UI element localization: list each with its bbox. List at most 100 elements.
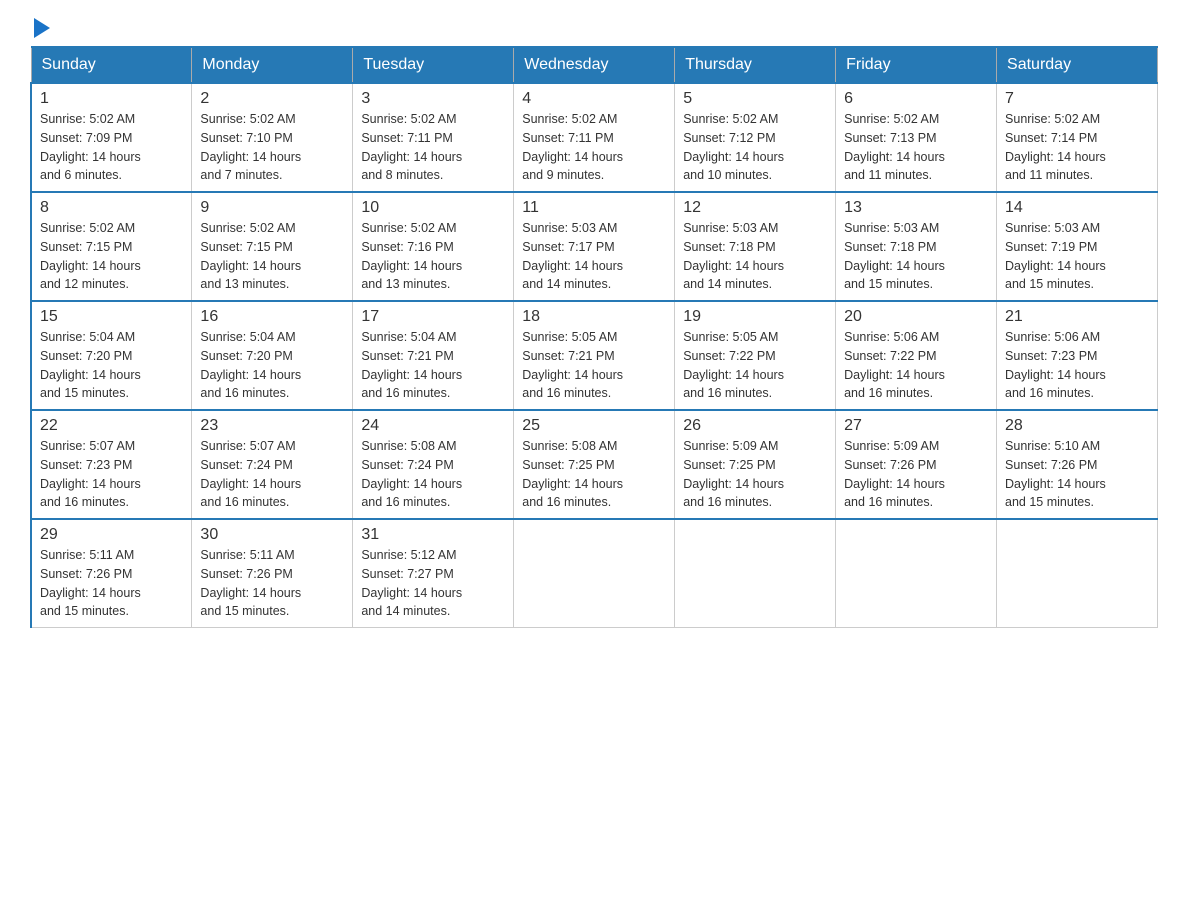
calendar-cell: 29 Sunrise: 5:11 AMSunset: 7:26 PMDaylig… bbox=[31, 519, 192, 628]
day-info: Sunrise: 5:02 AMSunset: 7:15 PMDaylight:… bbox=[200, 221, 301, 291]
day-number: 10 bbox=[361, 199, 505, 217]
day-info: Sunrise: 5:03 AMSunset: 7:18 PMDaylight:… bbox=[683, 221, 784, 291]
day-number: 15 bbox=[40, 308, 183, 326]
day-info: Sunrise: 5:05 AMSunset: 7:22 PMDaylight:… bbox=[683, 330, 784, 400]
day-number: 21 bbox=[1005, 308, 1149, 326]
col-header-saturday: Saturday bbox=[997, 47, 1158, 83]
page-header bbox=[30, 20, 1158, 36]
day-number: 11 bbox=[522, 199, 666, 217]
calendar-cell: 4 Sunrise: 5:02 AMSunset: 7:11 PMDayligh… bbox=[514, 83, 675, 192]
calendar-cell bbox=[514, 519, 675, 628]
day-number: 3 bbox=[361, 90, 505, 108]
calendar-week-row: 15 Sunrise: 5:04 AMSunset: 7:20 PMDaylig… bbox=[31, 301, 1158, 410]
day-info: Sunrise: 5:02 AMSunset: 7:11 PMDaylight:… bbox=[361, 112, 462, 182]
day-number: 9 bbox=[200, 199, 344, 217]
day-number: 17 bbox=[361, 308, 505, 326]
calendar-cell: 24 Sunrise: 5:08 AMSunset: 7:24 PMDaylig… bbox=[353, 410, 514, 519]
calendar-cell: 18 Sunrise: 5:05 AMSunset: 7:21 PMDaylig… bbox=[514, 301, 675, 410]
calendar-cell: 27 Sunrise: 5:09 AMSunset: 7:26 PMDaylig… bbox=[836, 410, 997, 519]
calendar-cell: 15 Sunrise: 5:04 AMSunset: 7:20 PMDaylig… bbox=[31, 301, 192, 410]
calendar-cell: 13 Sunrise: 5:03 AMSunset: 7:18 PMDaylig… bbox=[836, 192, 997, 301]
logo bbox=[30, 20, 50, 36]
calendar-cell: 3 Sunrise: 5:02 AMSunset: 7:11 PMDayligh… bbox=[353, 83, 514, 192]
calendar-cell: 7 Sunrise: 5:02 AMSunset: 7:14 PMDayligh… bbox=[997, 83, 1158, 192]
calendar-cell: 20 Sunrise: 5:06 AMSunset: 7:22 PMDaylig… bbox=[836, 301, 997, 410]
day-info: Sunrise: 5:04 AMSunset: 7:21 PMDaylight:… bbox=[361, 330, 462, 400]
calendar-week-row: 8 Sunrise: 5:02 AMSunset: 7:15 PMDayligh… bbox=[31, 192, 1158, 301]
calendar-cell: 25 Sunrise: 5:08 AMSunset: 7:25 PMDaylig… bbox=[514, 410, 675, 519]
day-info: Sunrise: 5:07 AMSunset: 7:24 PMDaylight:… bbox=[200, 439, 301, 509]
day-number: 26 bbox=[683, 417, 827, 435]
day-info: Sunrise: 5:02 AMSunset: 7:12 PMDaylight:… bbox=[683, 112, 784, 182]
col-header-thursday: Thursday bbox=[675, 47, 836, 83]
day-number: 20 bbox=[844, 308, 988, 326]
calendar-cell: 1 Sunrise: 5:02 AMSunset: 7:09 PMDayligh… bbox=[31, 83, 192, 192]
day-number: 18 bbox=[522, 308, 666, 326]
day-number: 30 bbox=[200, 526, 344, 544]
day-info: Sunrise: 5:04 AMSunset: 7:20 PMDaylight:… bbox=[40, 330, 141, 400]
calendar-cell: 16 Sunrise: 5:04 AMSunset: 7:20 PMDaylig… bbox=[192, 301, 353, 410]
calendar-week-row: 29 Sunrise: 5:11 AMSunset: 7:26 PMDaylig… bbox=[31, 519, 1158, 628]
day-info: Sunrise: 5:06 AMSunset: 7:23 PMDaylight:… bbox=[1005, 330, 1106, 400]
calendar-cell: 11 Sunrise: 5:03 AMSunset: 7:17 PMDaylig… bbox=[514, 192, 675, 301]
day-number: 27 bbox=[844, 417, 988, 435]
day-number: 29 bbox=[40, 526, 183, 544]
calendar-cell bbox=[836, 519, 997, 628]
calendar-cell: 8 Sunrise: 5:02 AMSunset: 7:15 PMDayligh… bbox=[31, 192, 192, 301]
calendar-cell: 21 Sunrise: 5:06 AMSunset: 7:23 PMDaylig… bbox=[997, 301, 1158, 410]
calendar-week-row: 22 Sunrise: 5:07 AMSunset: 7:23 PMDaylig… bbox=[31, 410, 1158, 519]
day-info: Sunrise: 5:02 AMSunset: 7:09 PMDaylight:… bbox=[40, 112, 141, 182]
day-number: 28 bbox=[1005, 417, 1149, 435]
day-info: Sunrise: 5:09 AMSunset: 7:26 PMDaylight:… bbox=[844, 439, 945, 509]
col-header-tuesday: Tuesday bbox=[353, 47, 514, 83]
day-info: Sunrise: 5:02 AMSunset: 7:13 PMDaylight:… bbox=[844, 112, 945, 182]
day-info: Sunrise: 5:02 AMSunset: 7:11 PMDaylight:… bbox=[522, 112, 623, 182]
day-number: 1 bbox=[40, 90, 183, 108]
calendar-cell: 23 Sunrise: 5:07 AMSunset: 7:24 PMDaylig… bbox=[192, 410, 353, 519]
calendar-header-row: SundayMondayTuesdayWednesdayThursdayFrid… bbox=[31, 47, 1158, 83]
day-info: Sunrise: 5:07 AMSunset: 7:23 PMDaylight:… bbox=[40, 439, 141, 509]
day-number: 8 bbox=[40, 199, 183, 217]
calendar-cell: 10 Sunrise: 5:02 AMSunset: 7:16 PMDaylig… bbox=[353, 192, 514, 301]
col-header-friday: Friday bbox=[836, 47, 997, 83]
calendar-table: SundayMondayTuesdayWednesdayThursdayFrid… bbox=[30, 46, 1158, 628]
day-info: Sunrise: 5:09 AMSunset: 7:25 PMDaylight:… bbox=[683, 439, 784, 509]
day-number: 14 bbox=[1005, 199, 1149, 217]
calendar-cell: 17 Sunrise: 5:04 AMSunset: 7:21 PMDaylig… bbox=[353, 301, 514, 410]
calendar-cell: 6 Sunrise: 5:02 AMSunset: 7:13 PMDayligh… bbox=[836, 83, 997, 192]
day-number: 7 bbox=[1005, 90, 1149, 108]
calendar-cell: 9 Sunrise: 5:02 AMSunset: 7:15 PMDayligh… bbox=[192, 192, 353, 301]
day-info: Sunrise: 5:11 AMSunset: 7:26 PMDaylight:… bbox=[40, 548, 141, 618]
day-info: Sunrise: 5:02 AMSunset: 7:14 PMDaylight:… bbox=[1005, 112, 1106, 182]
calendar-week-row: 1 Sunrise: 5:02 AMSunset: 7:09 PMDayligh… bbox=[31, 83, 1158, 192]
day-info: Sunrise: 5:03 AMSunset: 7:19 PMDaylight:… bbox=[1005, 221, 1106, 291]
day-number: 12 bbox=[683, 199, 827, 217]
day-number: 31 bbox=[361, 526, 505, 544]
day-info: Sunrise: 5:03 AMSunset: 7:18 PMDaylight:… bbox=[844, 221, 945, 291]
day-info: Sunrise: 5:08 AMSunset: 7:25 PMDaylight:… bbox=[522, 439, 623, 509]
calendar-cell: 12 Sunrise: 5:03 AMSunset: 7:18 PMDaylig… bbox=[675, 192, 836, 301]
day-number: 5 bbox=[683, 90, 827, 108]
day-number: 6 bbox=[844, 90, 988, 108]
calendar-cell: 5 Sunrise: 5:02 AMSunset: 7:12 PMDayligh… bbox=[675, 83, 836, 192]
day-info: Sunrise: 5:03 AMSunset: 7:17 PMDaylight:… bbox=[522, 221, 623, 291]
day-number: 23 bbox=[200, 417, 344, 435]
calendar-cell: 28 Sunrise: 5:10 AMSunset: 7:26 PMDaylig… bbox=[997, 410, 1158, 519]
calendar-cell: 19 Sunrise: 5:05 AMSunset: 7:22 PMDaylig… bbox=[675, 301, 836, 410]
col-header-wednesday: Wednesday bbox=[514, 47, 675, 83]
calendar-cell: 31 Sunrise: 5:12 AMSunset: 7:27 PMDaylig… bbox=[353, 519, 514, 628]
calendar-cell bbox=[675, 519, 836, 628]
day-info: Sunrise: 5:04 AMSunset: 7:20 PMDaylight:… bbox=[200, 330, 301, 400]
day-number: 2 bbox=[200, 90, 344, 108]
day-number: 24 bbox=[361, 417, 505, 435]
day-number: 19 bbox=[683, 308, 827, 326]
day-info: Sunrise: 5:02 AMSunset: 7:10 PMDaylight:… bbox=[200, 112, 301, 182]
calendar-cell: 26 Sunrise: 5:09 AMSunset: 7:25 PMDaylig… bbox=[675, 410, 836, 519]
day-number: 16 bbox=[200, 308, 344, 326]
col-header-sunday: Sunday bbox=[31, 47, 192, 83]
day-info: Sunrise: 5:10 AMSunset: 7:26 PMDaylight:… bbox=[1005, 439, 1106, 509]
day-number: 25 bbox=[522, 417, 666, 435]
calendar-cell bbox=[997, 519, 1158, 628]
day-number: 13 bbox=[844, 199, 988, 217]
day-info: Sunrise: 5:05 AMSunset: 7:21 PMDaylight:… bbox=[522, 330, 623, 400]
